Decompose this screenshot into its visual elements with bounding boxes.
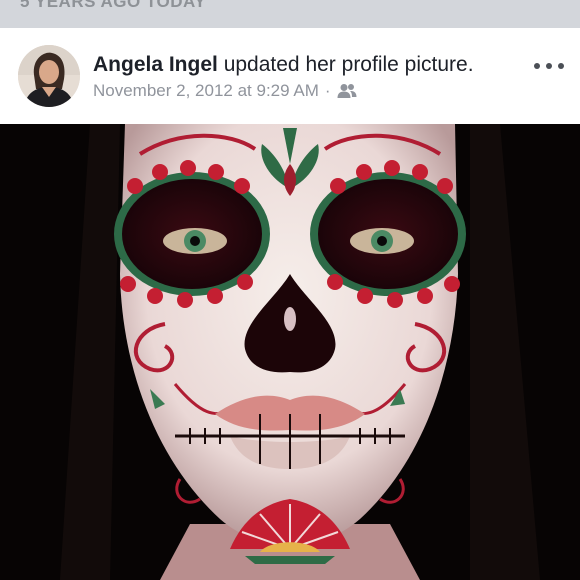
- meta-separator: ·: [324, 81, 331, 100]
- profile-picture-image[interactable]: [0, 124, 580, 580]
- sugar-skull-artwork: [0, 124, 580, 580]
- more-dots-icon: [534, 63, 540, 69]
- memory-banner: 5 YEARS AGO TODAY: [0, 0, 580, 28]
- post-meta: November 2, 2012 at 9:29 AM ·: [93, 81, 357, 101]
- avatar-image: [18, 45, 80, 107]
- post-header: Angela Ingel updated her profile picture…: [0, 28, 580, 124]
- memory-label: 5 YEARS AGO TODAY: [20, 0, 207, 11]
- post-title: Angela Ingel updated her profile picture…: [93, 53, 474, 77]
- author-name[interactable]: Angela Ingel: [93, 53, 218, 76]
- friends-icon: [337, 84, 357, 98]
- post-timestamp[interactable]: November 2, 2012 at 9:29 AM: [93, 81, 319, 101]
- avatar[interactable]: [18, 45, 80, 107]
- more-options-button[interactable]: [534, 58, 564, 74]
- post-action-text: updated her profile picture.: [223, 53, 474, 76]
